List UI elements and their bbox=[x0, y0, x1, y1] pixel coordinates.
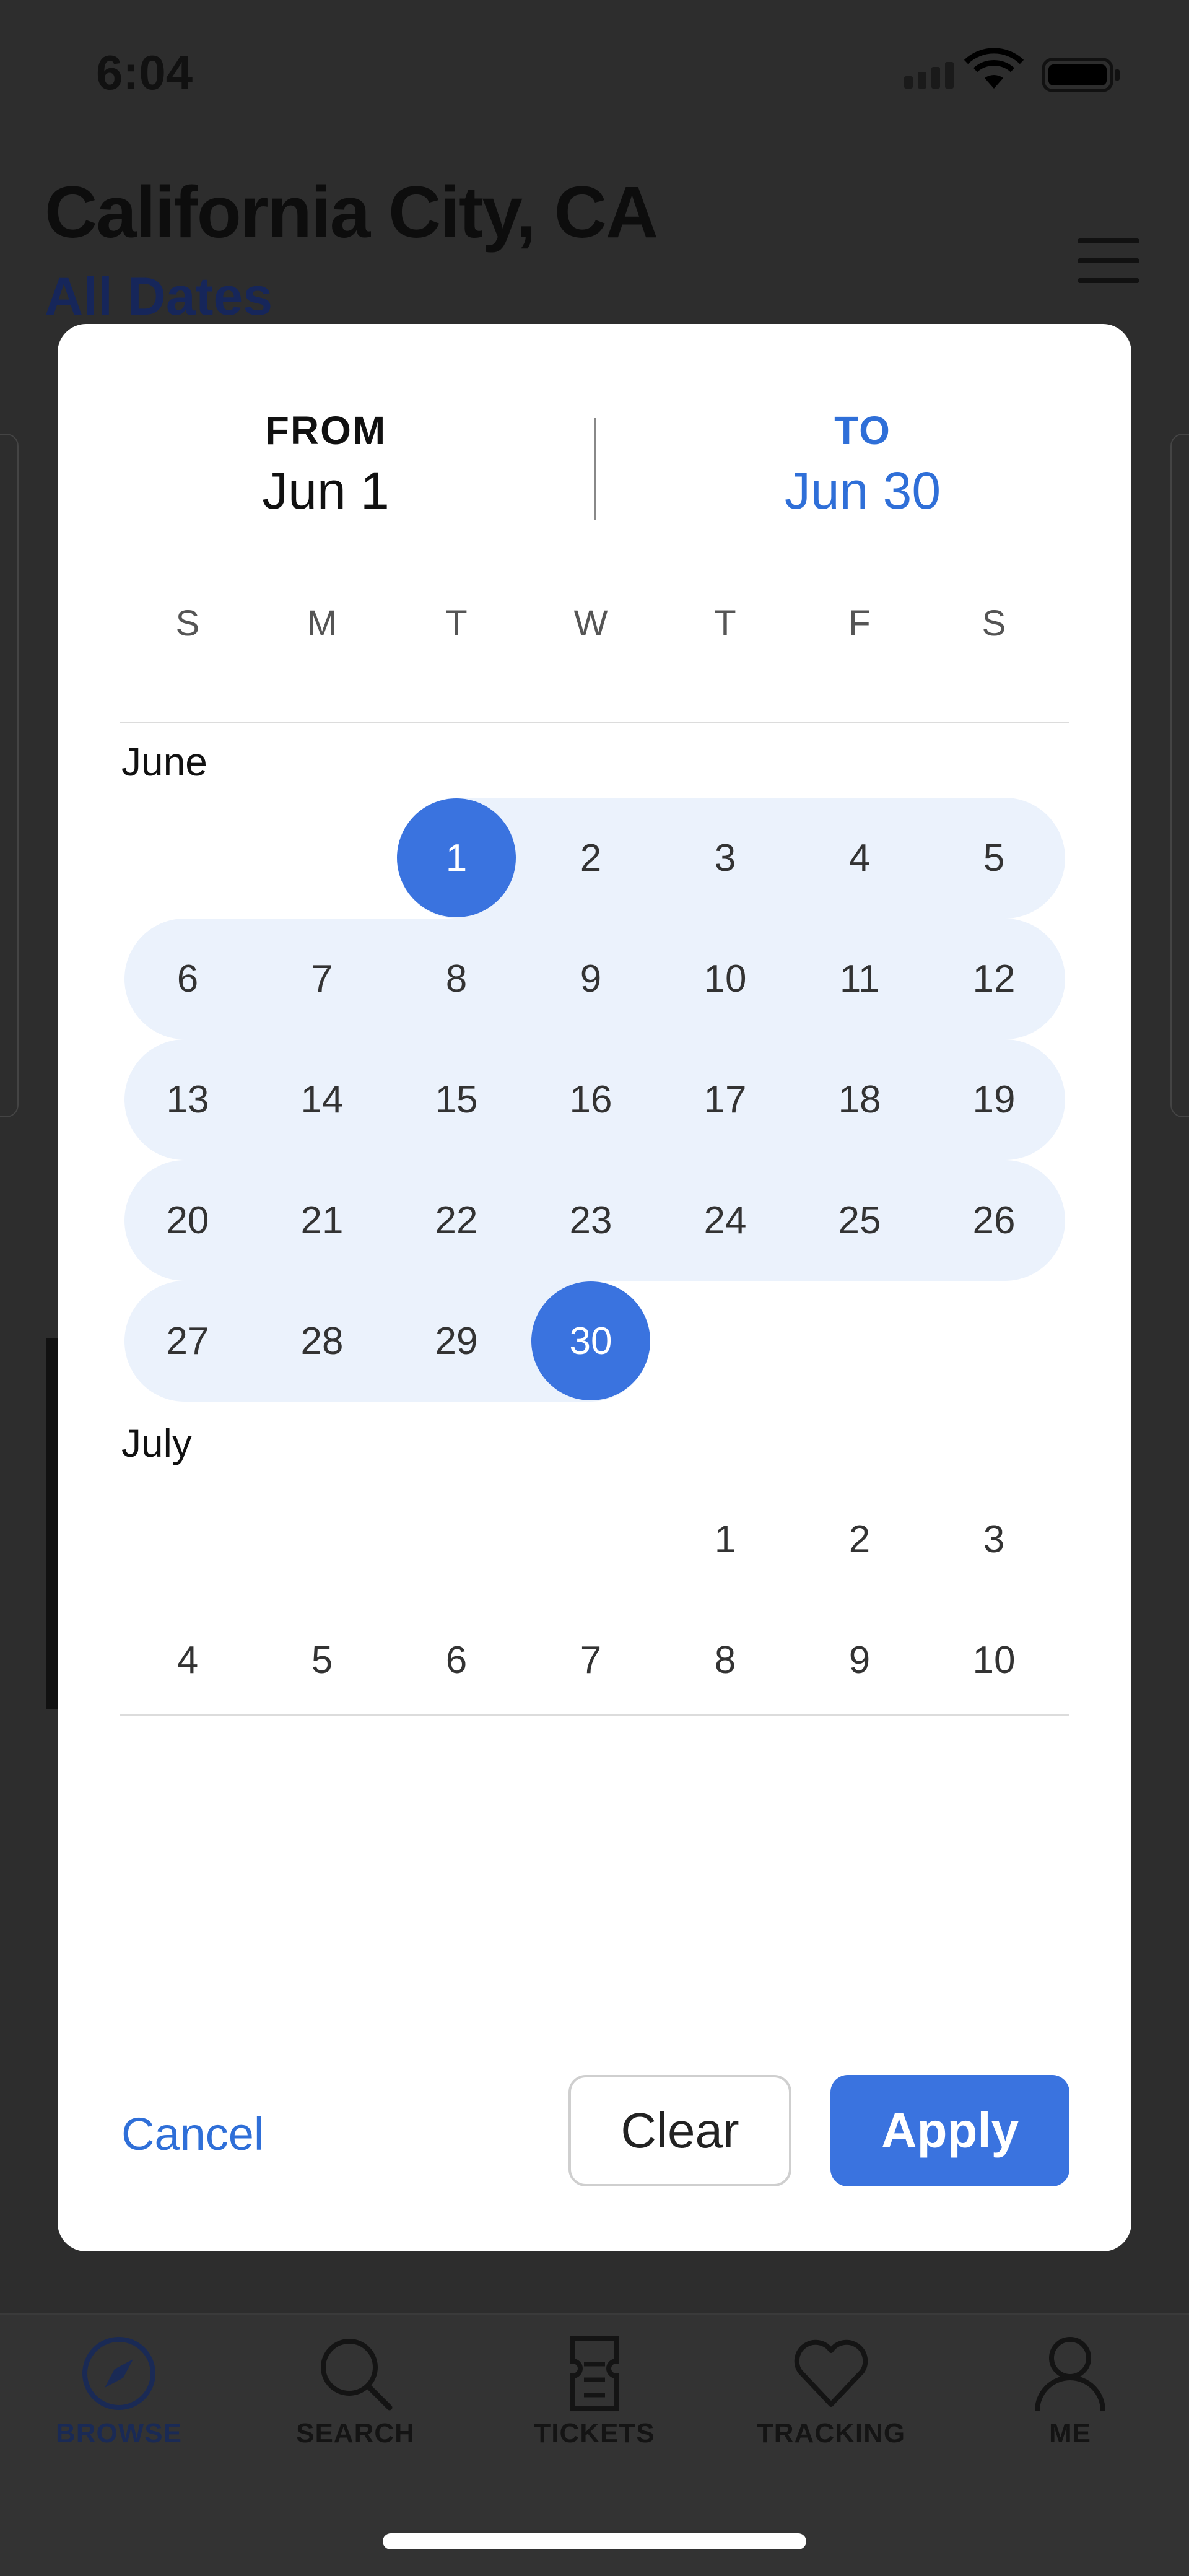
calendar-day[interactable]: 5 bbox=[260, 1600, 384, 1716]
tab-browse[interactable]: BROWSE bbox=[26, 2333, 212, 2449]
cancel-button[interactable]: Cancel bbox=[121, 2108, 264, 2160]
calendar-day[interactable]: 27 bbox=[126, 1281, 250, 1402]
calendar-day[interactable]: 8 bbox=[394, 919, 518, 1039]
person-icon bbox=[1035, 2337, 1105, 2411]
calendar-day[interactable]: 8 bbox=[663, 1600, 787, 1716]
calendar-day[interactable]: 18 bbox=[798, 1039, 921, 1160]
weekday-label: T bbox=[714, 603, 736, 644]
calendar-day[interactable]: 3 bbox=[932, 1479, 1056, 1600]
calendar-day[interactable]: 19 bbox=[932, 1039, 1056, 1160]
month-label: June bbox=[121, 740, 207, 784]
date-range-modal: FROM Jun 1 TO Jun 30 S M T W T F S June 1… bbox=[58, 324, 1131, 2251]
month-label: July bbox=[121, 1421, 192, 1465]
divider bbox=[120, 1714, 1069, 1716]
calendar-day[interactable]: 17 bbox=[663, 1039, 787, 1160]
range-divider bbox=[594, 418, 596, 520]
calendar-day[interactable]: 4 bbox=[798, 798, 921, 919]
weekday-label: T bbox=[445, 603, 468, 644]
calendar-day[interactable]: 3 bbox=[663, 798, 787, 919]
status-icons bbox=[904, 48, 1120, 92]
tab-tracking[interactable]: TRACKING bbox=[738, 2333, 924, 2449]
calendar-day[interactable]: 21 bbox=[260, 1160, 384, 1281]
from-date-tab[interactable]: FROM Jun 1 bbox=[140, 408, 512, 521]
menu-icon[interactable] bbox=[1078, 238, 1139, 283]
calendar-day[interactable]: 10 bbox=[663, 919, 787, 1039]
calendar-day[interactable]: 1 bbox=[394, 798, 518, 919]
calendar-day[interactable]: 7 bbox=[529, 1600, 653, 1716]
weekday-header: S M T W T F S bbox=[120, 603, 1073, 671]
calendar-day[interactable]: 1 bbox=[663, 1479, 787, 1600]
ticket-icon bbox=[570, 2336, 619, 2411]
calendar-day[interactable]: 30 bbox=[529, 1281, 653, 1402]
range-header: FROM Jun 1 TO Jun 30 bbox=[58, 324, 1131, 528]
calendar-day[interactable]: 10 bbox=[932, 1600, 1056, 1716]
weekday-label: W bbox=[573, 603, 608, 644]
background-card bbox=[1170, 434, 1189, 1117]
calendar-day[interactable]: 23 bbox=[529, 1160, 653, 1281]
background-card bbox=[0, 434, 19, 1117]
to-label: TO bbox=[834, 408, 891, 453]
apply-button[interactable]: Apply bbox=[830, 2075, 1069, 2186]
tab-label: TRACKING bbox=[756, 2418, 906, 2448]
to-date-tab[interactable]: TO Jun 30 bbox=[677, 408, 1048, 521]
status-time: 6:04 bbox=[96, 45, 193, 100]
weekday-label: S bbox=[175, 603, 200, 644]
calendar-day[interactable]: 12 bbox=[932, 919, 1056, 1039]
compass-icon bbox=[82, 2337, 155, 2410]
tab-search[interactable]: SEARCH bbox=[263, 2333, 448, 2449]
calendar-day[interactable]: 24 bbox=[663, 1160, 787, 1281]
date-filter-subtitle[interactable]: All Dates bbox=[45, 266, 272, 328]
calendar-day[interactable]: 15 bbox=[394, 1039, 518, 1160]
calendar-day[interactable]: 9 bbox=[529, 919, 653, 1039]
weekday-label: S bbox=[982, 603, 1006, 644]
weekday-label: F bbox=[848, 603, 871, 644]
calendar-day[interactable]: 14 bbox=[260, 1039, 384, 1160]
home-indicator bbox=[383, 2533, 806, 2549]
calendar-day[interactable]: 7 bbox=[260, 919, 384, 1039]
status-bar: 6:04 bbox=[0, 0, 1189, 149]
from-label: FROM bbox=[264, 408, 387, 453]
calendar-day[interactable]: 22 bbox=[394, 1160, 518, 1281]
calendar-day[interactable]: 4 bbox=[126, 1600, 250, 1716]
calendar-day[interactable]: 28 bbox=[260, 1281, 384, 1402]
tab-tickets[interactable]: TICKETS bbox=[502, 2333, 687, 2449]
page-title: California City, CA bbox=[45, 172, 658, 253]
from-value: Jun 1 bbox=[262, 461, 390, 520]
calendar-day[interactable]: 6 bbox=[394, 1600, 518, 1716]
clear-button[interactable]: Clear bbox=[568, 2075, 791, 2186]
calendar-day[interactable]: 2 bbox=[798, 1479, 921, 1600]
calendar-day[interactable]: 26 bbox=[932, 1160, 1056, 1281]
tab-label: SEARCH bbox=[296, 2418, 415, 2448]
to-value: Jun 30 bbox=[784, 461, 941, 520]
calendar-day[interactable]: 2 bbox=[529, 798, 653, 919]
calendar-day[interactable]: 9 bbox=[798, 1600, 921, 1716]
tab-me[interactable]: ME bbox=[977, 2333, 1163, 2449]
calendar-day[interactable]: 29 bbox=[394, 1281, 518, 1402]
calendar-day[interactable]: 5 bbox=[932, 798, 1056, 919]
search-icon bbox=[321, 2339, 393, 2411]
calendar-day[interactable]: 25 bbox=[798, 1160, 921, 1281]
heart-icon bbox=[794, 2339, 868, 2407]
tab-label: BROWSE bbox=[56, 2418, 182, 2448]
weekday-label: M bbox=[307, 603, 338, 644]
calendar-day[interactable]: 11 bbox=[798, 919, 921, 1039]
calendar-scroll[interactable]: June 1 2 3 4 5 6 7 8 9 10 11 12 13 14 15 16 17 18 19 20 21 22 2… bbox=[58, 723, 1131, 1716]
tab-label: ME bbox=[1049, 2418, 1091, 2448]
calendar-day[interactable]: 13 bbox=[126, 1039, 250, 1160]
tab-label: TICKETS bbox=[534, 2418, 655, 2448]
calendar-day[interactable]: 6 bbox=[126, 919, 250, 1039]
calendar-day[interactable]: 20 bbox=[126, 1160, 250, 1281]
calendar-day[interactable]: 16 bbox=[529, 1039, 653, 1160]
